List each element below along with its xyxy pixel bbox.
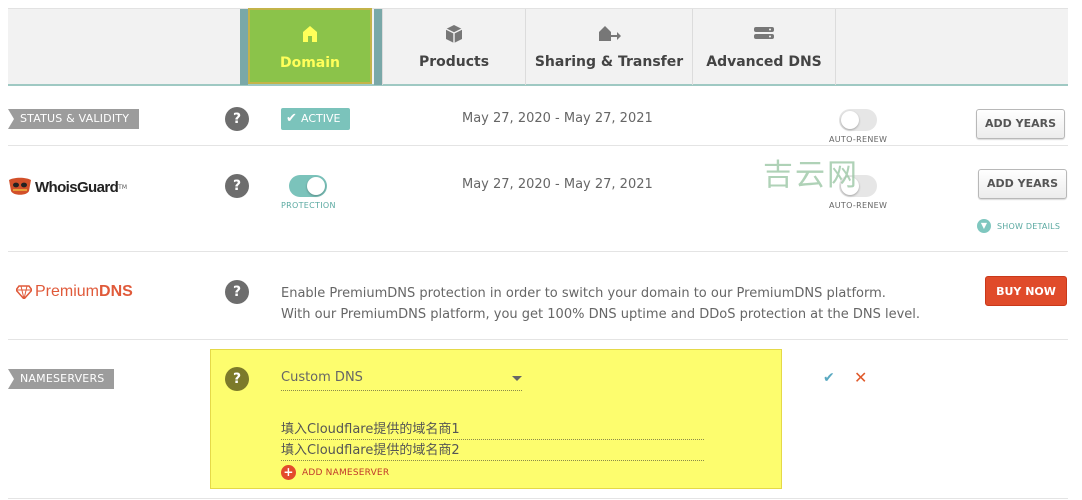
whoisguard-auto-renew-label: AUTO-RENEW [829,201,888,210]
domain-tab-bar: Domain Products Sharing & Transfer Advan… [8,8,1068,86]
toggle-knob [307,177,325,195]
add-nameserver-link[interactable]: + ADD NAMESERVER [281,465,389,480]
whoisguard-logo-tm: TM [118,183,128,191]
status-add-years-button[interactable]: ADD YEARS [976,109,1065,139]
whoisguard-protection-toggle[interactable] [289,175,327,197]
whoisguard-add-years-button[interactable]: ADD YEARS [978,169,1067,199]
premiumdns-logo-b: DNS [99,283,133,300]
show-details-label: SHOW DETAILS [997,221,1061,231]
status-auto-renew-toggle[interactable] [839,109,877,131]
status-active-label: ACTIVE [301,112,341,125]
nameservers-help-icon[interactable]: ? [225,367,249,391]
whoisguard-dates: May 27, 2020 - May 27, 2021 [462,177,653,192]
row-divider [8,251,1068,252]
premiumdns-description: Enable PremiumDNS protection in order to… [281,283,920,325]
row-divider [8,339,1068,340]
tab-empty-space [835,9,1068,85]
nameserver-type-value: Custom DNS [281,370,363,385]
chevron-down-icon [512,376,522,381]
whoisguard-logo-text: WhoisGuard [35,178,119,196]
add-nameserver-label: ADD NAMESERVER [302,467,390,478]
chevron-down-icon: ▼ [977,219,991,233]
toggle-knob [841,111,859,129]
status-dates: May 27, 2020 - May 27, 2021 [462,111,653,126]
premiumdns-logo: Premium DNS [16,283,133,301]
box-icon [383,23,525,47]
tab-advanced-dns[interactable]: Advanced DNS [692,9,835,85]
tab-right-stripe [374,9,382,85]
check-icon: ✔ [286,111,297,126]
tab-domain[interactable]: Domain [248,8,372,84]
row-divider [8,145,1068,146]
row-divider [8,498,1068,499]
nameserver-type-select[interactable]: Custom DNS [281,369,522,391]
show-details-link[interactable]: ▼ SHOW DETAILS [977,219,1060,233]
tab-left-stripe [240,9,248,85]
tab-sharing-transfer-label: Sharing & Transfer [534,54,684,70]
share-transfer-icon [526,23,692,47]
premiumdns-line2: With our PremiumDNS platform, you get 10… [281,307,921,322]
diamond-icon [16,285,32,299]
status-help-icon[interactable]: ? [225,107,249,131]
cancel-x-icon[interactable]: ✕ [854,368,867,387]
confirm-check-icon[interactable]: ✔ [823,370,835,386]
tab-advanced-dns-label: Advanced DNS [706,54,822,70]
dns-servers-icon [693,23,835,47]
premiumdns-help-icon[interactable]: ? [225,280,249,304]
whoisguard-help-icon[interactable]: ? [225,174,249,198]
nameserver-2-input[interactable]: 填入Cloudflare提供的域名商2 [281,441,704,461]
nameservers-tag: NAMESERVERS [8,369,115,389]
whoisguard-logo: WhoisGuard TM [8,176,127,198]
watermark-text: 吉云网 [763,158,859,193]
premiumdns-line1: Enable PremiumDNS protection in order to… [281,286,886,301]
nameserver-1-input[interactable]: 填入Cloudflare提供的域名商1 [281,420,704,440]
plus-icon: + [281,465,296,480]
tab-products[interactable]: Products [382,9,525,85]
whoisguard-mask-icon [9,177,31,195]
tab-sharing-transfer[interactable]: Sharing & Transfer [525,9,692,85]
status-auto-renew-label: AUTO-RENEW [829,135,888,144]
tab-products-label: Products [418,54,490,70]
whoisguard-protection-label: PROTECTION [281,201,336,210]
tab-domain-label: Domain [279,55,341,71]
premiumdns-logo-a: Premium [35,283,100,300]
home-icon [250,24,370,48]
buy-now-button[interactable]: BUY NOW [985,276,1067,306]
status-active-badge: ✔ ACTIVE [281,108,350,130]
status-validity-tag: STATUS & VALIDITY [8,109,140,129]
